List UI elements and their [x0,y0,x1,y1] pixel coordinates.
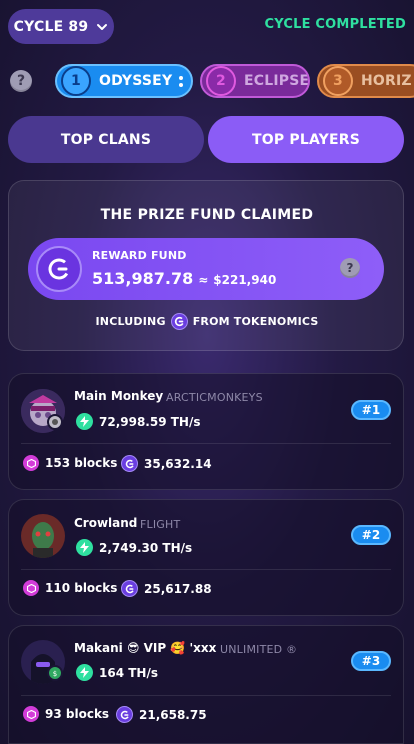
help-icon[interactable]: ? [10,70,32,92]
token-icon [121,580,138,597]
tokens-stat: 25,617.88 [121,580,212,597]
approx-sign: ≈ [198,273,209,287]
lightning-icon [76,664,93,681]
from-tokenomics-text: FROM TOKENOMICS [192,315,319,328]
cycle-selector[interactable]: CYCLE 89 [8,9,114,44]
reward-amount: 513,987.78 [92,269,194,288]
tokens-value: 35,632.14 [144,456,212,471]
power-value: 2,749.30 TH/s [99,540,193,555]
chevron-down-icon [97,23,108,30]
league-odyssey[interactable]: 1 ODYSSEY [55,64,193,98]
blocks-icon [23,455,39,471]
player-name: Crowland [74,516,138,530]
power-value: 72,998.59 TH/s [99,414,201,429]
league-number: 3 [323,66,353,96]
rank-badge: #3 [351,651,391,671]
player-name: Makani 😎 VIP 🥰 'xxx [74,641,217,655]
token-icon [121,455,138,472]
player-power: 2,749.30 TH/s [76,539,192,556]
blocks-value: 110 blocks [45,581,118,595]
prize-title: THE PRIZE FUND CLAIMED [100,207,314,223]
lightning-icon [76,539,93,556]
league-name: ECLIPSE [244,73,310,89]
blocks-value: 153 blocks [45,456,118,470]
dollar-badge-icon: $ [47,665,63,681]
league-eclipse[interactable]: 2 ECLIPSE [200,64,310,98]
tokenomics-note: INCLUDING FROM TOKENOMICS [0,313,414,330]
league-number: 1 [61,66,91,96]
more-options-icon[interactable] [179,75,184,87]
reward-value: 513,987.78 ≈ $221,940 [92,269,276,288]
including-text: INCLUDING [95,315,166,328]
tokens-value: 25,617.88 [144,581,212,596]
blocks-icon [23,706,39,722]
rank-badge: #2 [351,525,391,545]
reward-label: REWARD FUND [92,249,187,262]
league-name: ODYSSEY [99,73,173,89]
blocks-stat: 93 blocks [23,706,109,722]
tab-top-clans[interactable]: TOP CLANS [8,116,204,163]
player-power: 72,998.59 TH/s [76,413,201,430]
svg-text:$: $ [53,670,57,677]
divider [21,569,391,570]
rank-badge: #1 [351,400,391,420]
cycle-status: CYCLE COMPLETED [264,17,406,32]
player-name: Main Monkey [74,389,164,403]
reward-help-icon[interactable]: ? [340,258,360,278]
token-icon [116,706,133,723]
player-card[interactable] [8,499,404,616]
tab-label: TOP PLAYERS [251,131,361,148]
lightning-icon [76,413,93,430]
blocks-stat: 110 blocks [23,580,117,596]
blocks-value: 93 blocks [45,707,110,721]
power-value: 164 TH/s [99,665,158,680]
league-name: HORIZ [361,73,412,89]
player-clan: FLIGHT [140,518,181,531]
blocks-icon [23,580,39,596]
league-number: 2 [206,66,236,96]
avatar [21,514,65,558]
blocks-stat: 153 blocks [23,455,117,471]
tokens-stat: 21,658.75 [116,706,207,723]
player-power: 164 TH/s [76,664,158,681]
cycle-label: CYCLE 89 [13,18,89,35]
clan-badge-icon [47,414,63,430]
divider [21,443,391,444]
tab-label: TOP CLANS [60,131,152,148]
reward-usd: $221,940 [213,273,277,287]
league-horizon[interactable]: 3 HORIZ [317,64,414,98]
tab-top-players[interactable]: TOP PLAYERS [208,116,404,163]
token-icon [170,313,188,330]
player-clan: ARCTICMONKEYS [166,391,263,404]
player-clan: UNLIMITED ® [220,643,298,656]
divider [21,695,391,696]
tokens-value: 21,658.75 [139,707,207,722]
tokens-stat: 35,632.14 [121,455,212,472]
gomining-token-icon [36,246,82,292]
